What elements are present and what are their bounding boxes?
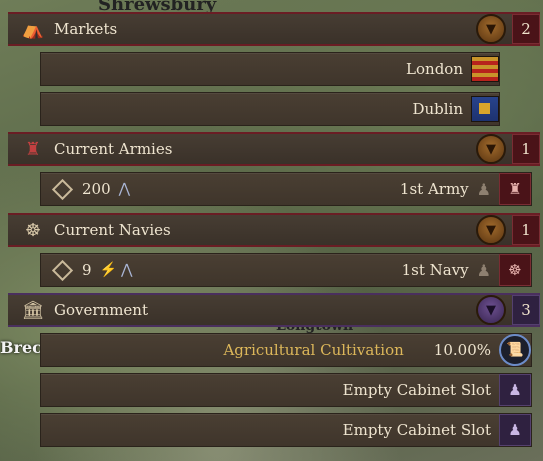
government-row-agricultural-cultivation[interactable]: Agricultural Cultivation 10.00% 📜 <box>40 333 532 367</box>
market-stall-icon: ⛺ <box>21 18 45 40</box>
ship-wheel-icon: ☸ <box>24 219 42 241</box>
market-row-london[interactable]: London <box>40 52 500 86</box>
government-header[interactable]: 🏛 Government ▼ 3 <box>8 293 540 327</box>
cabinet-slot-label: Empty Cabinet Slot <box>342 421 491 439</box>
dublin-coat-of-arms-icon <box>471 96 499 122</box>
scroll-decree-icon[interactable]: 📜 <box>499 334 531 366</box>
market-row-dublin[interactable]: Dublin <box>40 92 500 126</box>
program-name: Agricultural Cultivation <box>223 341 404 359</box>
london-coat-of-arms-icon <box>471 56 499 82</box>
market-name: Dublin <box>412 100 463 118</box>
navies-count-badge: 1 <box>512 215 540 245</box>
government-title: Government <box>54 301 148 319</box>
armies-count-badge: 1 <box>512 134 540 164</box>
markets-collapse-chevron-icon[interactable]: ▼ <box>476 14 506 44</box>
market-name: London <box>406 60 463 78</box>
government-row-empty-slot-1[interactable]: Empty Cabinet Slot ♟ <box>40 373 532 407</box>
government-row-empty-slot-2[interactable]: Empty Cabinet Slot ♟ <box>40 413 532 447</box>
navy-row-1st-navy[interactable]: 9 ⚡ ⋀ 1st Navy ♟ ☸ <box>40 253 532 287</box>
army-row-1st-army[interactable]: 200 ⋀ 1st Army ♟ ♜ <box>40 172 532 206</box>
navies-header[interactable]: ☸ Current Navies ▼ 1 <box>8 213 540 247</box>
navy-name: 1st Navy <box>401 261 469 279</box>
admiral-silhouette-icon: ♟ <box>476 260 491 280</box>
markets-header[interactable]: ⛺ Markets ▼ 2 <box>8 12 540 46</box>
cabinet-slot-label: Empty Cabinet Slot <box>342 381 491 399</box>
army-name: 1st Army <box>399 180 469 198</box>
empty-minister-silhouette-icon[interactable]: ♟ <box>499 374 531 406</box>
government-count-badge: 3 <box>512 295 540 325</box>
navy-size: 9 <box>82 261 92 279</box>
empty-minister-silhouette-icon[interactable]: ♟ <box>499 414 531 446</box>
government-collapse-chevron-icon[interactable]: ▼ <box>476 295 506 325</box>
navy-ship-wheel-icon[interactable]: ☸ <box>499 254 531 286</box>
navies-title: Current Navies <box>54 221 171 239</box>
infantry-unit-icon: ⋀ <box>118 181 131 197</box>
diamond-icon <box>51 178 74 200</box>
armies-collapse-chevron-icon[interactable]: ▼ <box>476 134 506 164</box>
armies-header[interactable]: ♜ Current Armies ▼ 1 <box>8 132 540 166</box>
army-soldiers-icon[interactable]: ♜ <box>499 173 531 205</box>
markets-count-badge: 2 <box>512 14 540 44</box>
army-size: 200 <box>82 180 111 198</box>
lightning-cog-icon: ⚡ <box>99 262 117 278</box>
armies-title: Current Armies <box>54 140 173 158</box>
soldiers-icon: ♜ <box>24 138 42 160</box>
diamond-icon <box>51 259 74 281</box>
ship-unit-icon: ⋀ <box>120 262 133 278</box>
navies-collapse-chevron-icon[interactable]: ▼ <box>476 215 506 245</box>
program-value: 10.00% <box>433 341 491 359</box>
commander-silhouette-icon: ♟ <box>476 179 491 199</box>
markets-title: Markets <box>54 20 118 38</box>
parliament-building-icon: 🏛 <box>21 299 45 321</box>
